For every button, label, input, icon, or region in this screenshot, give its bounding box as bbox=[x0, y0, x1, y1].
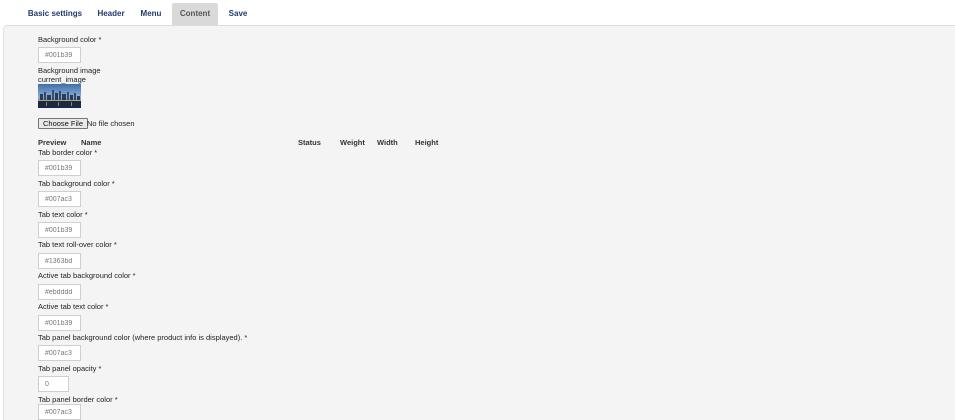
tab-panel-background-color-input[interactable] bbox=[38, 345, 81, 361]
background-color-label: Background color * bbox=[38, 35, 102, 44]
content-panel bbox=[3, 25, 955, 420]
column-header-status: Status bbox=[298, 138, 321, 147]
tab-background-color-label: Tab background color * bbox=[38, 179, 115, 188]
active-tab-text-color-label: Active tab text color * bbox=[38, 302, 109, 311]
tab-border-color-label: Tab border color * bbox=[38, 148, 98, 157]
tab-basic-settings[interactable]: Basic settings bbox=[22, 3, 88, 25]
column-header-preview: Preview bbox=[38, 138, 67, 147]
background-color-input[interactable] bbox=[38, 47, 81, 63]
file-status-text: No file chosen bbox=[87, 119, 135, 128]
column-header-height: Height bbox=[415, 138, 439, 147]
active-tab-text-color-input[interactable] bbox=[38, 315, 81, 331]
tab-background-color-input[interactable] bbox=[38, 191, 81, 207]
tab-text-color-label: Tab text color * bbox=[38, 210, 88, 219]
active-tab-background-color-label: Active tab background color * bbox=[38, 271, 136, 280]
tab-panel-background-color-label: Tab panel background color (where produc… bbox=[38, 333, 248, 342]
tab-panel-opacity-input[interactable] bbox=[38, 376, 69, 392]
column-header-name: Name bbox=[81, 138, 102, 147]
tab-text-color-input[interactable] bbox=[38, 222, 81, 238]
tab-text-rollover-color-label: Tab text roll-over color * bbox=[38, 240, 117, 249]
tab-panel-opacity-label: Tab panel opacity * bbox=[38, 364, 102, 373]
background-image-thumbnail bbox=[38, 84, 81, 108]
tab-border-color-input[interactable] bbox=[38, 160, 81, 176]
tab-save[interactable]: Save bbox=[222, 3, 254, 25]
column-header-weight: Weight bbox=[340, 138, 365, 147]
column-header-width: Width bbox=[377, 138, 398, 147]
tab-header[interactable]: Header bbox=[92, 3, 130, 25]
active-tab-background-color-input[interactable] bbox=[38, 284, 81, 300]
tab-bar: Basic settings Header Menu Content Save bbox=[0, 0, 955, 25]
tab-panel-border-color-input[interactable] bbox=[38, 404, 81, 420]
tab-content[interactable]: Content bbox=[172, 3, 218, 25]
choose-file-button[interactable]: Choose File bbox=[38, 118, 89, 129]
tab-menu[interactable]: Menu bbox=[134, 3, 168, 25]
tab-text-rollover-color-input[interactable] bbox=[38, 253, 81, 269]
